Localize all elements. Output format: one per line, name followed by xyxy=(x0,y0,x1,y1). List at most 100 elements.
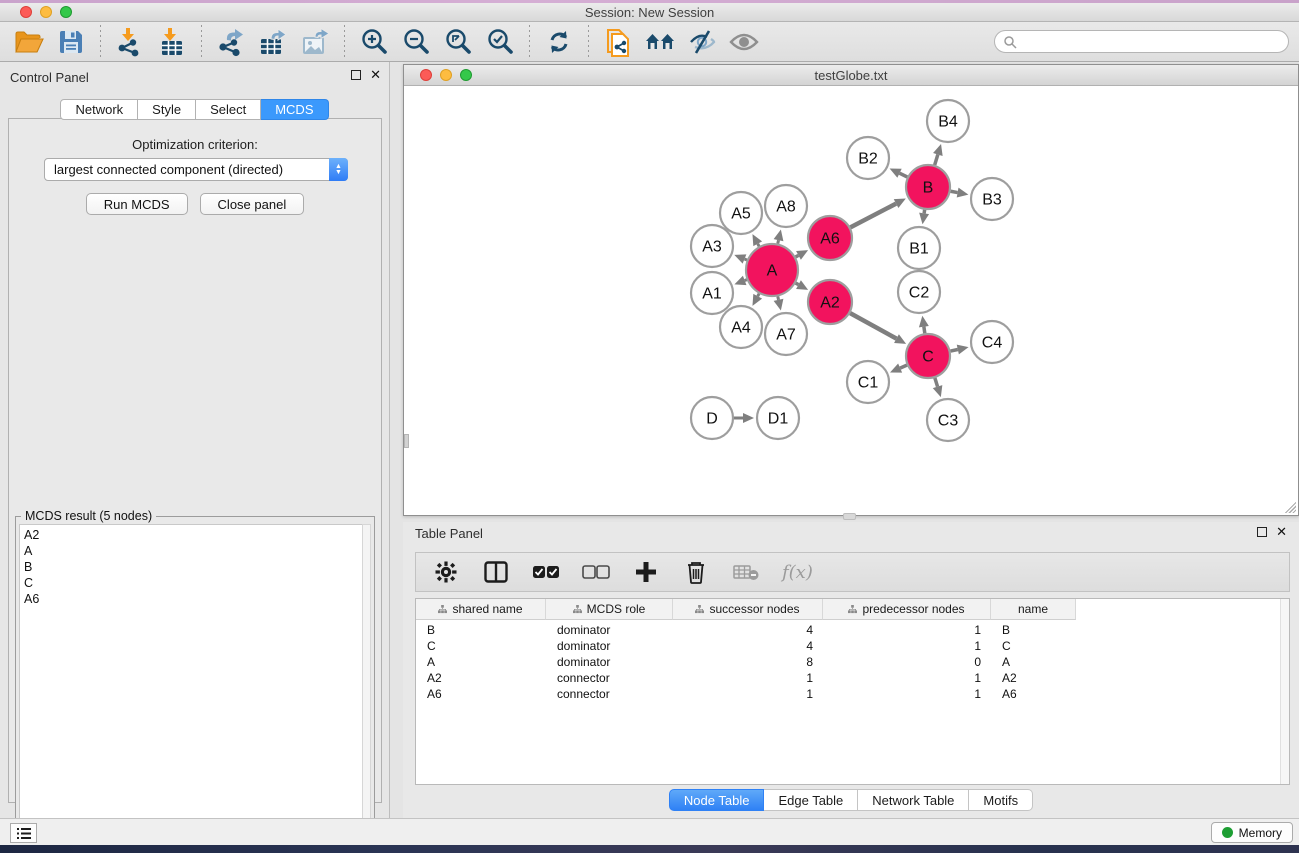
network-close-button[interactable] xyxy=(420,69,432,81)
table-row[interactable]: Bdominator41B xyxy=(416,622,1289,638)
table-options-icon[interactable] xyxy=(432,556,460,588)
zoom-selected-icon[interactable] xyxy=(483,26,517,58)
result-item[interactable]: A6 xyxy=(24,591,362,607)
split-pane-handle[interactable] xyxy=(843,513,856,520)
tab-network[interactable]: Network xyxy=(60,99,138,120)
result-item[interactable]: A xyxy=(24,543,362,559)
edge-A-A5[interactable] xyxy=(758,244,759,247)
column-header-predecessor-nodes[interactable]: predecessor nodes xyxy=(823,599,991,620)
edge-B-B3[interactable] xyxy=(951,191,958,192)
function-builder-icon[interactable]: f(x) xyxy=(782,562,813,583)
tab-style[interactable]: Style xyxy=(138,99,196,120)
create-column-icon[interactable] xyxy=(632,556,660,588)
mcds-tab-panel: Optimization criterion: largest connecte… xyxy=(8,118,382,803)
edge-A-A4[interactable] xyxy=(758,294,759,297)
arrowhead-icon xyxy=(933,385,943,397)
export-table-icon[interactable] xyxy=(256,26,290,58)
edge-C-C3[interactable] xyxy=(935,378,938,387)
tab-network-table[interactable]: Network Table xyxy=(858,789,969,811)
table-row[interactable]: A2connector11A2 xyxy=(416,670,1289,686)
edge-A-A1[interactable] xyxy=(745,280,747,281)
network-graph[interactable]: AA1A2A3A4A5A6A7A8BB1B2B3B4CC1C2C3C4DD1 xyxy=(404,87,1298,515)
delete-table-icon[interactable] xyxy=(732,556,760,588)
run-mcds-button[interactable]: Run MCDS xyxy=(86,193,188,215)
criterion-dropdown[interactable]: largest connected component (directed) ▲… xyxy=(44,158,348,181)
close-window-button[interactable] xyxy=(20,6,32,18)
column-header-successor-nodes[interactable]: successor nodes xyxy=(673,599,823,620)
hide-selected-icon[interactable] xyxy=(685,26,719,58)
select-all-check-icon[interactable] xyxy=(532,556,560,588)
table-row[interactable]: A6connector11A6 xyxy=(416,686,1289,702)
minimize-window-button[interactable] xyxy=(40,6,52,18)
edge-C-C4[interactable] xyxy=(950,349,957,351)
tab-mcds[interactable]: MCDS xyxy=(261,99,328,120)
import-table-icon[interactable] xyxy=(155,26,189,58)
table-panel-header: Table Panel ✕ xyxy=(403,522,1299,546)
canvas-edge-grip[interactable] xyxy=(404,434,409,448)
tab-motifs[interactable]: Motifs xyxy=(969,789,1033,811)
arrowhead-icon xyxy=(919,213,929,225)
open-file-icon[interactable] xyxy=(12,26,46,58)
result-item[interactable]: B xyxy=(24,559,362,575)
edge-A-A6[interactable] xyxy=(796,255,799,257)
first-neighbors-icon[interactable] xyxy=(643,26,677,58)
edge-A-A8[interactable] xyxy=(778,240,779,243)
result-item[interactable]: C xyxy=(24,575,362,591)
edge-C-C2[interactable] xyxy=(924,327,925,334)
edge-B-B4[interactable] xyxy=(935,154,938,164)
tab-select[interactable]: Select xyxy=(196,99,261,120)
cell-predecessor-nodes: 0 xyxy=(823,654,991,670)
export-image-icon[interactable] xyxy=(298,26,332,58)
edge-A-A7[interactable] xyxy=(778,296,779,299)
zoom-window-button[interactable] xyxy=(60,6,72,18)
edge-C-C1[interactable] xyxy=(900,365,907,368)
network-zoom-button[interactable] xyxy=(460,69,472,81)
column-header-shared-name[interactable]: shared name xyxy=(416,599,546,620)
cell-name: A6 xyxy=(991,686,1076,702)
network-canvas[interactable]: AA1A2A3A4A5A6A7A8BB1B2B3B4CC1C2C3C4DD1 xyxy=(404,87,1298,515)
memory-button[interactable]: Memory xyxy=(1211,822,1293,843)
show-all-icon[interactable] xyxy=(727,26,761,58)
zoom-fit-icon[interactable] xyxy=(441,26,475,58)
status-bar: Memory xyxy=(0,818,1299,845)
edge-B-B2[interactable] xyxy=(900,173,908,177)
close-panel-icon[interactable]: ✕ xyxy=(370,70,381,80)
edge-A2-C[interactable] xyxy=(850,313,896,339)
import-network-icon[interactable] xyxy=(113,26,147,58)
export-network-icon[interactable] xyxy=(214,26,248,58)
edge-A-A3[interactable] xyxy=(744,259,746,260)
task-history-button[interactable] xyxy=(10,823,37,843)
window-resize-grip[interactable] xyxy=(1283,500,1296,513)
result-item[interactable]: A2 xyxy=(24,527,362,543)
table-header-row: shared nameMCDS rolesuccessor nodesprede… xyxy=(416,599,1289,620)
close-panel-button[interactable]: Close panel xyxy=(200,193,305,215)
zoom-in-icon[interactable] xyxy=(357,26,391,58)
network-minimize-button[interactable] xyxy=(440,69,452,81)
new-network-from-selection-icon[interactable] xyxy=(601,26,635,58)
table-row[interactable]: Cdominator41C xyxy=(416,638,1289,654)
column-header-name[interactable]: name xyxy=(991,599,1076,620)
result-scrollbar[interactable] xyxy=(362,524,371,851)
delete-columns-icon[interactable] xyxy=(682,556,710,588)
table-scrollbar[interactable] xyxy=(1280,599,1289,784)
close-table-panel-icon[interactable]: ✕ xyxy=(1276,527,1287,537)
edge-A-A2[interactable] xyxy=(796,283,799,285)
column-header-MCDS-role[interactable]: MCDS role xyxy=(546,599,673,620)
edge-B-B1[interactable] xyxy=(924,210,925,214)
show-columns-icon[interactable] xyxy=(482,556,510,588)
search-field[interactable] xyxy=(994,30,1289,53)
table-row[interactable]: Adominator80A xyxy=(416,654,1289,670)
node-table[interactable]: shared nameMCDS rolesuccessor nodesprede… xyxy=(415,598,1290,785)
edge-A6-B[interactable] xyxy=(850,204,896,228)
search-input[interactable] xyxy=(1017,35,1272,49)
refresh-icon[interactable] xyxy=(542,26,576,58)
float-table-panel-icon[interactable] xyxy=(1257,527,1267,537)
mcds-result-list[interactable]: A2ABCA6 xyxy=(19,524,362,851)
deselect-all-icon[interactable] xyxy=(582,556,610,588)
network-window-titlebar[interactable]: testGlobe.txt xyxy=(404,65,1298,86)
tab-node-table[interactable]: Node Table xyxy=(669,789,765,811)
float-panel-icon[interactable] xyxy=(351,70,361,80)
zoom-out-icon[interactable] xyxy=(399,26,433,58)
tab-edge-table[interactable]: Edge Table xyxy=(764,789,858,811)
save-session-icon[interactable] xyxy=(54,26,88,58)
